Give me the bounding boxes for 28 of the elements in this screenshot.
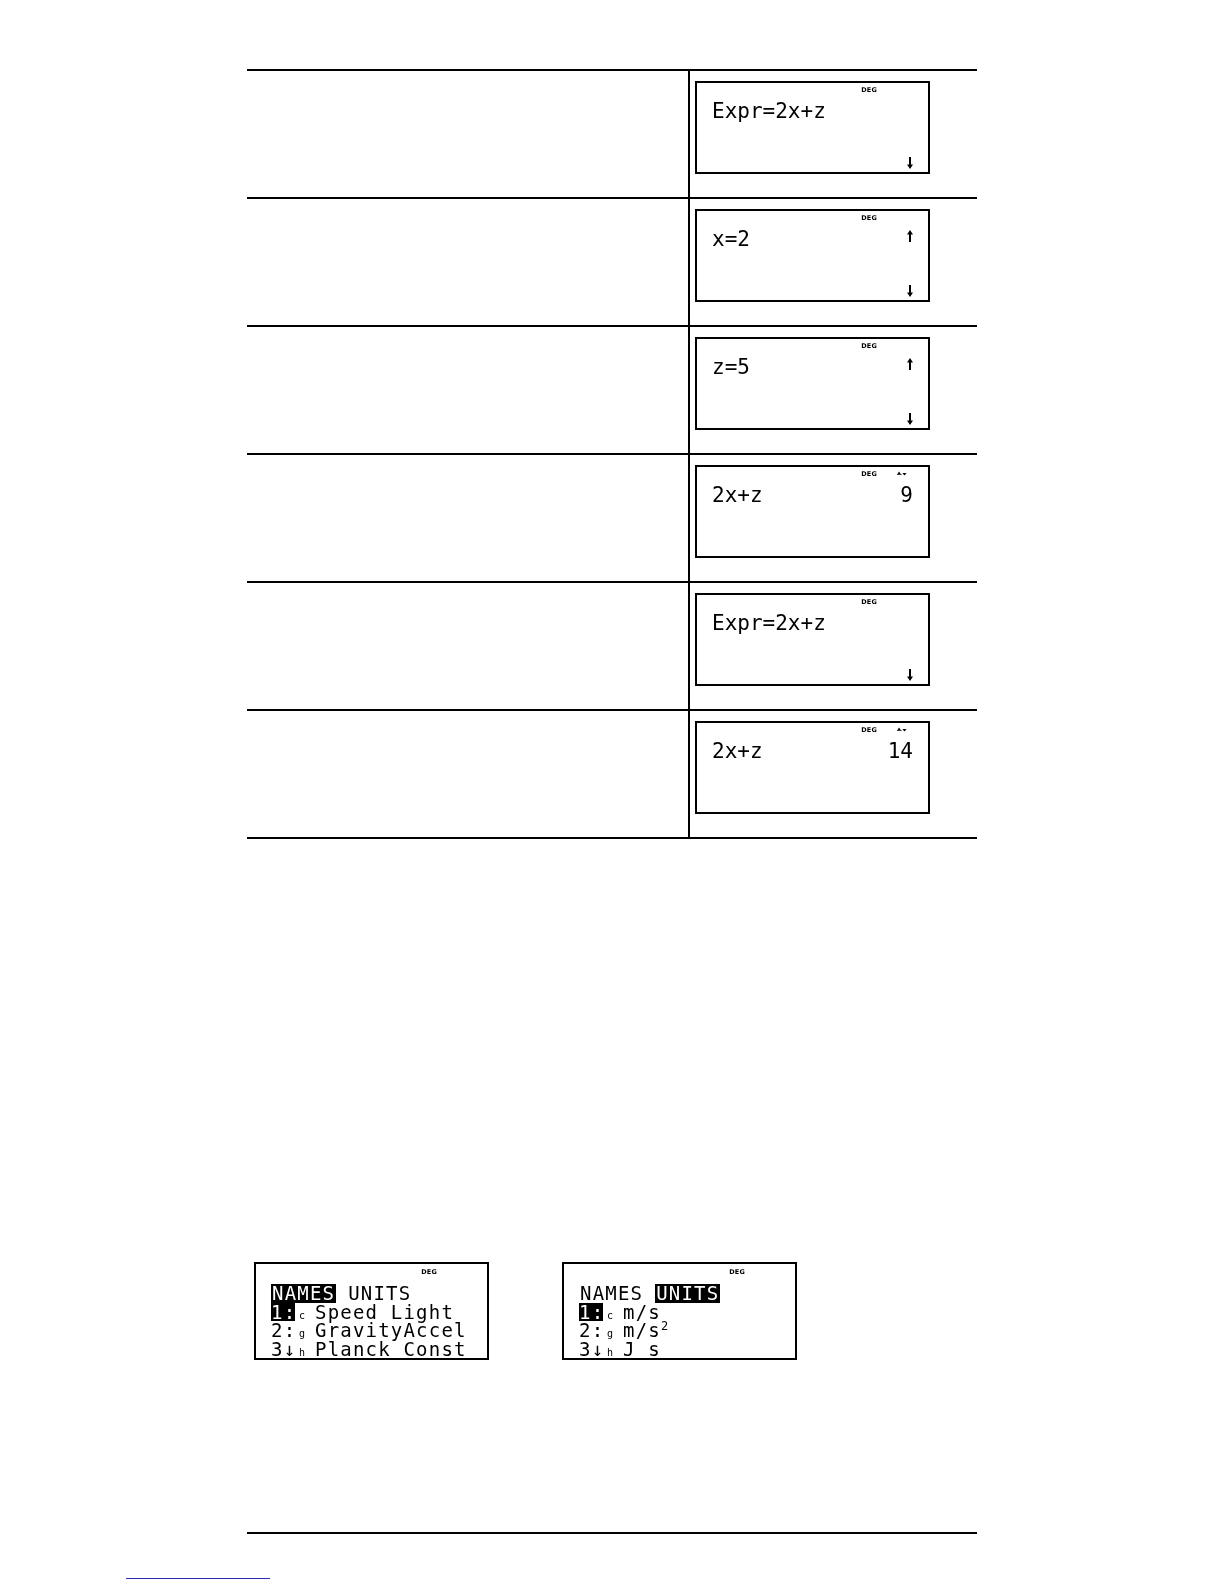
result-value: 14: [887, 739, 913, 763]
item-number: 3↓: [579, 1339, 603, 1358]
category-label: UNITS: [347, 1284, 413, 1303]
constant-symbol: g: [298, 1328, 307, 1340]
item-number: 2:: [579, 1321, 603, 1340]
menu-item-label: J s: [623, 1339, 661, 1358]
category-label: UNITS: [655, 1284, 721, 1303]
expression-text: x=2: [712, 227, 750, 251]
constant-symbol: c: [298, 1309, 307, 1322]
item-number: 1:: [579, 1302, 603, 1321]
constant-symbol: g: [606, 1328, 615, 1340]
expression-text: Expr=2x+z: [712, 99, 826, 123]
menu-item-label: GravityAccel: [315, 1321, 467, 1340]
item-number: 3↓: [271, 1339, 295, 1358]
menu-item-label: Speed Light: [315, 1302, 455, 1321]
result-value: 9: [900, 483, 913, 507]
constant-symbol: c: [606, 1309, 615, 1322]
menu-item-label: m/s: [623, 1302, 661, 1321]
expression-text: z=5: [712, 355, 750, 379]
expression-text: Expr=2x+z: [712, 611, 826, 635]
constant-symbol: h: [298, 1346, 307, 1359]
expression-text: 2x+z: [712, 739, 763, 763]
expression-text: 2x+z: [712, 483, 763, 507]
category-label: NAMES: [271, 1284, 337, 1303]
menu-item-label: m/s$^{2}$: [623, 1321, 670, 1340]
category-label: NAMES: [579, 1284, 645, 1303]
item-number: 2:: [271, 1321, 295, 1340]
constant-symbol: h: [606, 1346, 615, 1359]
